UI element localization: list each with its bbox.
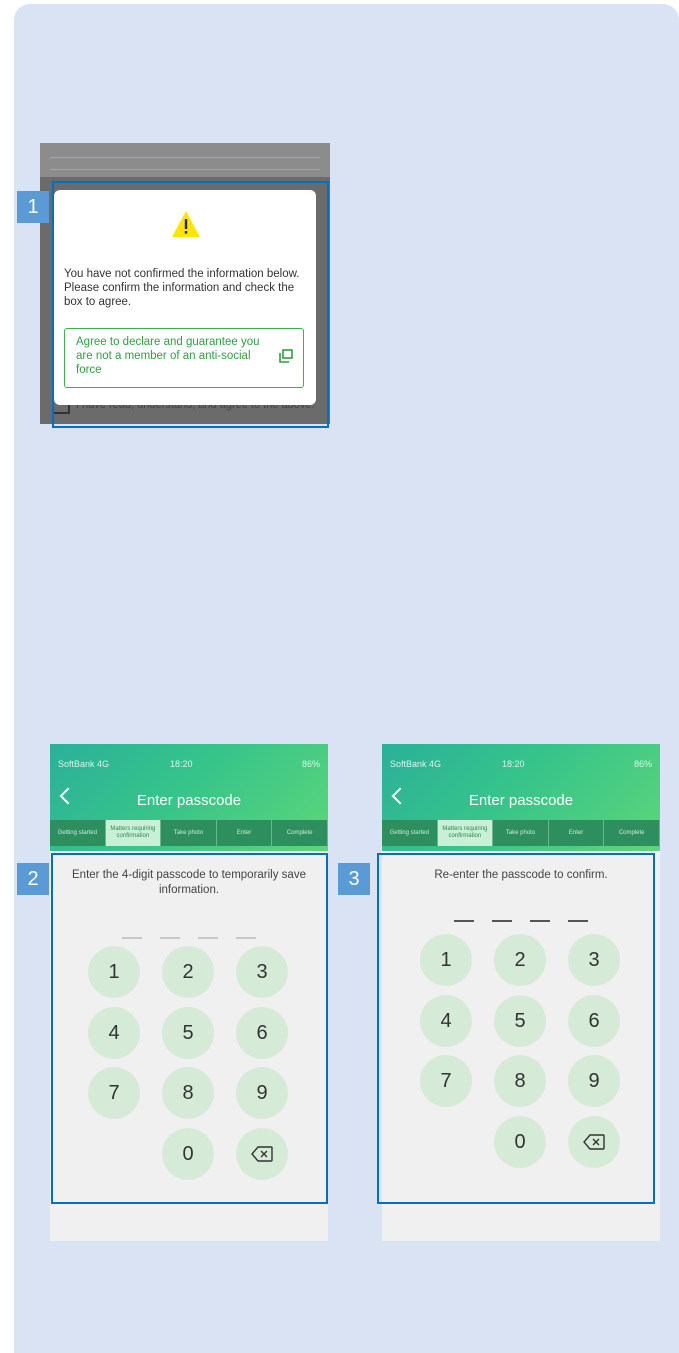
carrier-label: SoftBank 4G: [58, 759, 110, 769]
divider: [50, 169, 320, 170]
step-badge-1: 1: [17, 191, 49, 223]
step-take-photo: Take photo: [493, 820, 549, 846]
step-badge-3: 3: [338, 863, 370, 895]
app-header: SoftBank 4G 18:20 86% Enter passcode Get…: [382, 744, 660, 851]
step-complete: Complete: [272, 820, 328, 846]
battery-level: 86%: [301, 759, 320, 769]
step-matters-confirmation: Matters requiring confirmation: [105, 820, 162, 846]
background-header: [40, 143, 330, 177]
clock: 18:20: [170, 759, 193, 769]
battery-level: 86%: [633, 759, 652, 769]
app-header: SoftBank 4G 18:20 86% Enter passcode Get…: [50, 744, 328, 851]
step-enter: Enter: [216, 820, 273, 846]
page-title: Enter passcode: [136, 792, 242, 809]
step-complete: Complete: [604, 820, 660, 846]
divider: [50, 157, 320, 158]
progress-steps: Getting started Matters requiring confir…: [50, 820, 328, 846]
step-getting-started: Getting started: [50, 820, 106, 846]
status-bar: SoftBank 4G 18:20 86%: [390, 759, 652, 769]
carrier-label: SoftBank 4G: [390, 759, 442, 769]
step-getting-started: Getting started: [382, 820, 438, 846]
clock: 18:20: [502, 759, 525, 769]
highlight-frame-2: [51, 853, 328, 1204]
highlight-frame-3: [377, 853, 655, 1204]
step-badge-2: 2: [17, 863, 49, 895]
status-bar: SoftBank 4G 18:20 86%: [58, 759, 320, 769]
step-take-photo: Take photo: [161, 820, 217, 846]
step-matters-confirmation: Matters requiring confirmation: [437, 820, 494, 846]
step-enter: Enter: [548, 820, 605, 846]
page-title: Enter passcode: [468, 792, 574, 809]
progress-steps: Getting started Matters requiring confir…: [382, 820, 660, 846]
highlight-frame-1: [52, 181, 329, 428]
